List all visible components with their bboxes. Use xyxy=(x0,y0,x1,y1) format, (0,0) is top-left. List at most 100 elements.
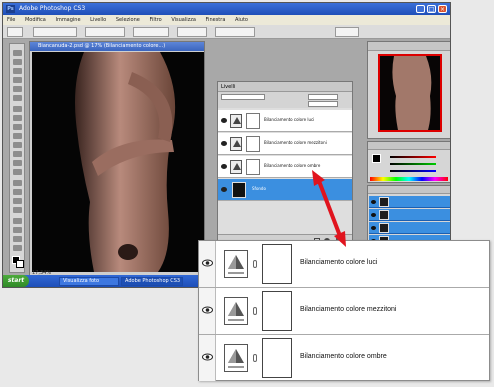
menu-visualizza[interactable]: Visualizza xyxy=(171,17,196,23)
menu-aiuto[interactable]: Aiuto xyxy=(235,17,248,23)
zoom-tool-icon[interactable] xyxy=(13,245,22,251)
layers-panel-tab[interactable] xyxy=(368,186,450,194)
layer-name: Bilanciamento colore ombre xyxy=(264,163,321,168)
menu-finestra[interactable]: Finestra xyxy=(206,17,226,23)
marquee-tool-icon[interactable] xyxy=(13,59,22,65)
blue-slider[interactable] xyxy=(390,170,436,172)
chain-link-icon[interactable] xyxy=(253,307,257,315)
clone-tool-icon[interactable] xyxy=(13,124,22,130)
slice-tool-icon[interactable] xyxy=(13,95,22,101)
layer-row[interactable]: Bilanciamento colore luci xyxy=(218,110,352,132)
options-button-6[interactable] xyxy=(215,27,255,37)
red-slider[interactable] xyxy=(390,156,436,158)
layer-mask-thumbnail[interactable] xyxy=(262,291,292,331)
layer-mask-thumbnail[interactable] xyxy=(262,244,292,284)
layer-row[interactable]: Bilanciamento colore ombre xyxy=(218,156,352,178)
layers-tab[interactable]: Livelli xyxy=(218,82,352,92)
layer-row-ombre[interactable]: Bilanciamento colore ombre xyxy=(199,335,489,382)
blend-mode-select[interactable] xyxy=(221,94,265,100)
options-button-4[interactable] xyxy=(133,27,169,37)
lasso-tool-icon[interactable] xyxy=(13,68,22,74)
menu-selezione[interactable]: Selezione xyxy=(116,17,140,23)
layer-row[interactable] xyxy=(369,196,450,208)
gradient-tool-icon[interactable] xyxy=(13,151,22,157)
layer-row-selected[interactable]: Sfondo xyxy=(218,179,352,201)
eye-icon[interactable] xyxy=(221,118,227,123)
eye-icon[interactable] xyxy=(202,353,213,361)
eyedropper-tool-icon[interactable] xyxy=(13,227,22,233)
layer-name: Bilanciamento colore ombre xyxy=(300,353,387,360)
notes-tool-icon[interactable] xyxy=(13,218,22,224)
menu-file[interactable]: File xyxy=(7,17,15,23)
layer-row[interactable]: Bilanciamento colore mezzitoni xyxy=(218,133,352,155)
chain-link-icon[interactable] xyxy=(253,354,257,362)
eye-icon[interactable] xyxy=(202,259,213,267)
layers-zoom-callout: Bilanciamento colore luci Bilanciamento … xyxy=(198,240,490,381)
color-panel xyxy=(367,141,450,183)
menu-immagine[interactable]: Immagine xyxy=(55,17,80,23)
type-tool-icon[interactable] xyxy=(13,189,22,195)
options-button-1[interactable] xyxy=(7,27,23,37)
chain-link-icon[interactable] xyxy=(253,260,257,268)
taskbar-item[interactable]: Visualizza foto xyxy=(59,277,119,286)
pen-tool-icon[interactable] xyxy=(13,180,22,186)
layer-row-luci[interactable]: Bilanciamento colore luci xyxy=(199,241,489,288)
photoshop-logo-icon: Ps xyxy=(6,5,15,13)
color-panel-tab[interactable] xyxy=(368,142,450,150)
layer-mask-thumbnail[interactable] xyxy=(246,113,260,129)
options-button-3[interactable] xyxy=(85,27,125,37)
history-brush-tool-icon[interactable] xyxy=(13,133,22,139)
shape-tool-icon[interactable] xyxy=(13,207,22,213)
eye-icon[interactable] xyxy=(221,141,227,146)
menu-filtro[interactable]: Filtro xyxy=(149,17,161,23)
healing-tool-icon[interactable] xyxy=(13,106,22,112)
dodge-tool-icon[interactable] xyxy=(13,169,22,175)
eye-icon[interactable] xyxy=(202,306,213,314)
options-button-5[interactable] xyxy=(177,27,207,37)
layer-row[interactable] xyxy=(369,222,450,234)
layer-mask-thumbnail[interactable] xyxy=(246,136,260,152)
maximize-icon[interactable]: □ xyxy=(427,5,436,13)
minimize-icon[interactable]: _ xyxy=(416,5,425,13)
eraser-tool-icon[interactable] xyxy=(13,142,22,148)
fill-field[interactable] xyxy=(308,101,338,107)
eye-icon[interactable] xyxy=(371,226,376,230)
hand-tool-icon[interactable] xyxy=(13,236,22,242)
visibility-cell[interactable] xyxy=(199,241,216,287)
brush-tool-icon[interactable] xyxy=(13,115,22,121)
move-tool-icon[interactable] xyxy=(13,50,22,56)
visibility-cell[interactable] xyxy=(199,335,216,381)
eye-icon[interactable] xyxy=(371,200,376,204)
navigator-thumbnail[interactable] xyxy=(378,54,442,132)
color-spectrum[interactable] xyxy=(370,177,448,181)
layer-mask-thumbnail[interactable] xyxy=(262,338,292,378)
layer-mask-thumbnail[interactable] xyxy=(246,159,260,175)
blur-tool-icon[interactable] xyxy=(13,160,22,166)
layer-row-mezzitoni[interactable]: Bilanciamento colore mezzitoni xyxy=(199,288,489,335)
navigator-tab[interactable] xyxy=(368,42,450,51)
options-bar xyxy=(3,25,450,39)
start-button[interactable]: start xyxy=(3,275,29,287)
eye-icon[interactable] xyxy=(221,164,227,169)
menu-livello[interactable]: Livello xyxy=(90,17,106,23)
opacity-field[interactable] xyxy=(308,94,338,100)
visibility-cell[interactable] xyxy=(199,288,216,334)
options-button-2[interactable] xyxy=(33,27,77,37)
close-icon[interactable]: × xyxy=(438,5,447,13)
magic-wand-tool-icon[interactable] xyxy=(13,77,22,83)
foreground-swatch[interactable] xyxy=(372,154,381,163)
taskbar-item-active[interactable]: Adobe Photoshop CS3 xyxy=(121,277,183,286)
color-balance-icon xyxy=(230,160,242,174)
eye-icon[interactable] xyxy=(371,213,376,217)
green-slider[interactable] xyxy=(390,163,436,165)
path-selection-tool-icon[interactable] xyxy=(13,198,22,204)
crop-tool-icon[interactable] xyxy=(13,86,22,92)
color-balance-icon xyxy=(224,250,248,278)
layer-name: Bilanciamento colore luci xyxy=(264,117,315,122)
background-color-swatch[interactable] xyxy=(16,260,24,268)
document-photo[interactable] xyxy=(32,52,204,272)
workspace-button[interactable] xyxy=(335,27,359,37)
menu-modifica[interactable]: Modifica xyxy=(25,17,46,23)
layer-row[interactable] xyxy=(369,209,450,221)
eye-icon[interactable] xyxy=(221,187,227,192)
